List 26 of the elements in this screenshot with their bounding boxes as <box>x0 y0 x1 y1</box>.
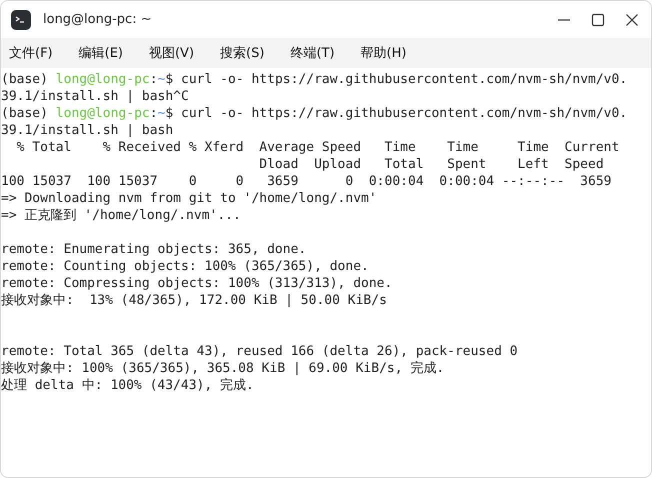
terminal-line: remote: Total 365 (delta 43), reused 166 (delta 26), pack-reused 0 <box>1 343 519 360</box>
menu-item[interactable]: 搜索(S) <box>220 44 274 62</box>
terminal-line: % Total % Received % Xferd Average Speed Time Time Time Current <box>16 139 620 156</box>
terminal-line: 接收对象中: 100% (365/365), 365.08 KiB | 69.00 KiB/s, 完成. <box>1 360 446 377</box>
window-title: long@long-pc: ~ <box>43 12 153 27</box>
menu-item[interactable]: 视图(V) <box>148 44 204 62</box>
terminal-line: remote: Enumerating objects: 365, done. <box>1 241 308 258</box>
terminal-line: => Downloading nvm from git to '/home/long/.nvm' <box>1 190 378 207</box>
terminal-line: Dload Upload Total Spent Left Speed <box>258 156 605 173</box>
menu-item[interactable]: 文件(F) <box>9 44 62 62</box>
menu-item[interactable]: 编辑(E) <box>78 44 132 62</box>
terminal-line: remote: Counting objects: 100% (365/365), done. <box>1 258 370 275</box>
terminal-line: => 正克隆到 '/home/long/.nvm'... <box>1 207 242 224</box>
menu-item[interactable]: 终端(T) <box>290 44 344 62</box>
terminal-line: 39.1/install.sh | bash <box>1 122 174 139</box>
terminal-icon <box>11 10 31 30</box>
maximize-icon[interactable] <box>591 12 605 26</box>
terminal-line: remote: Compressing objects: 100% (313/313), done. <box>1 275 394 292</box>
terminal-line: 处理 delta 中: 100% (43/43), 完成. <box>1 377 255 394</box>
terminal-line: (base) long@long-pc:~$ curl -o- https://raw.githubusercontent.com/nvm-sh/nvm/v0. <box>1 105 628 122</box>
terminal-line: 接收对象中: 13% (48/365), 172.00 KiB | 50.00 KiB/s <box>1 292 388 309</box>
terminal-line: 100 15037 100 15037 0 0 3659 0 0:00:04 0:00:04 --:--:-- 3659 <box>1 173 612 190</box>
terminal-line: 39.1/install.sh | bash^C <box>1 88 190 105</box>
terminal-line: (base) long@long-pc:~$ curl -o- https://raw.githubusercontent.com/nvm-sh/nvm/v0. <box>1 71 628 88</box>
menu-item[interactable]: 帮助(H) <box>360 44 416 62</box>
close-icon[interactable] <box>625 12 639 26</box>
